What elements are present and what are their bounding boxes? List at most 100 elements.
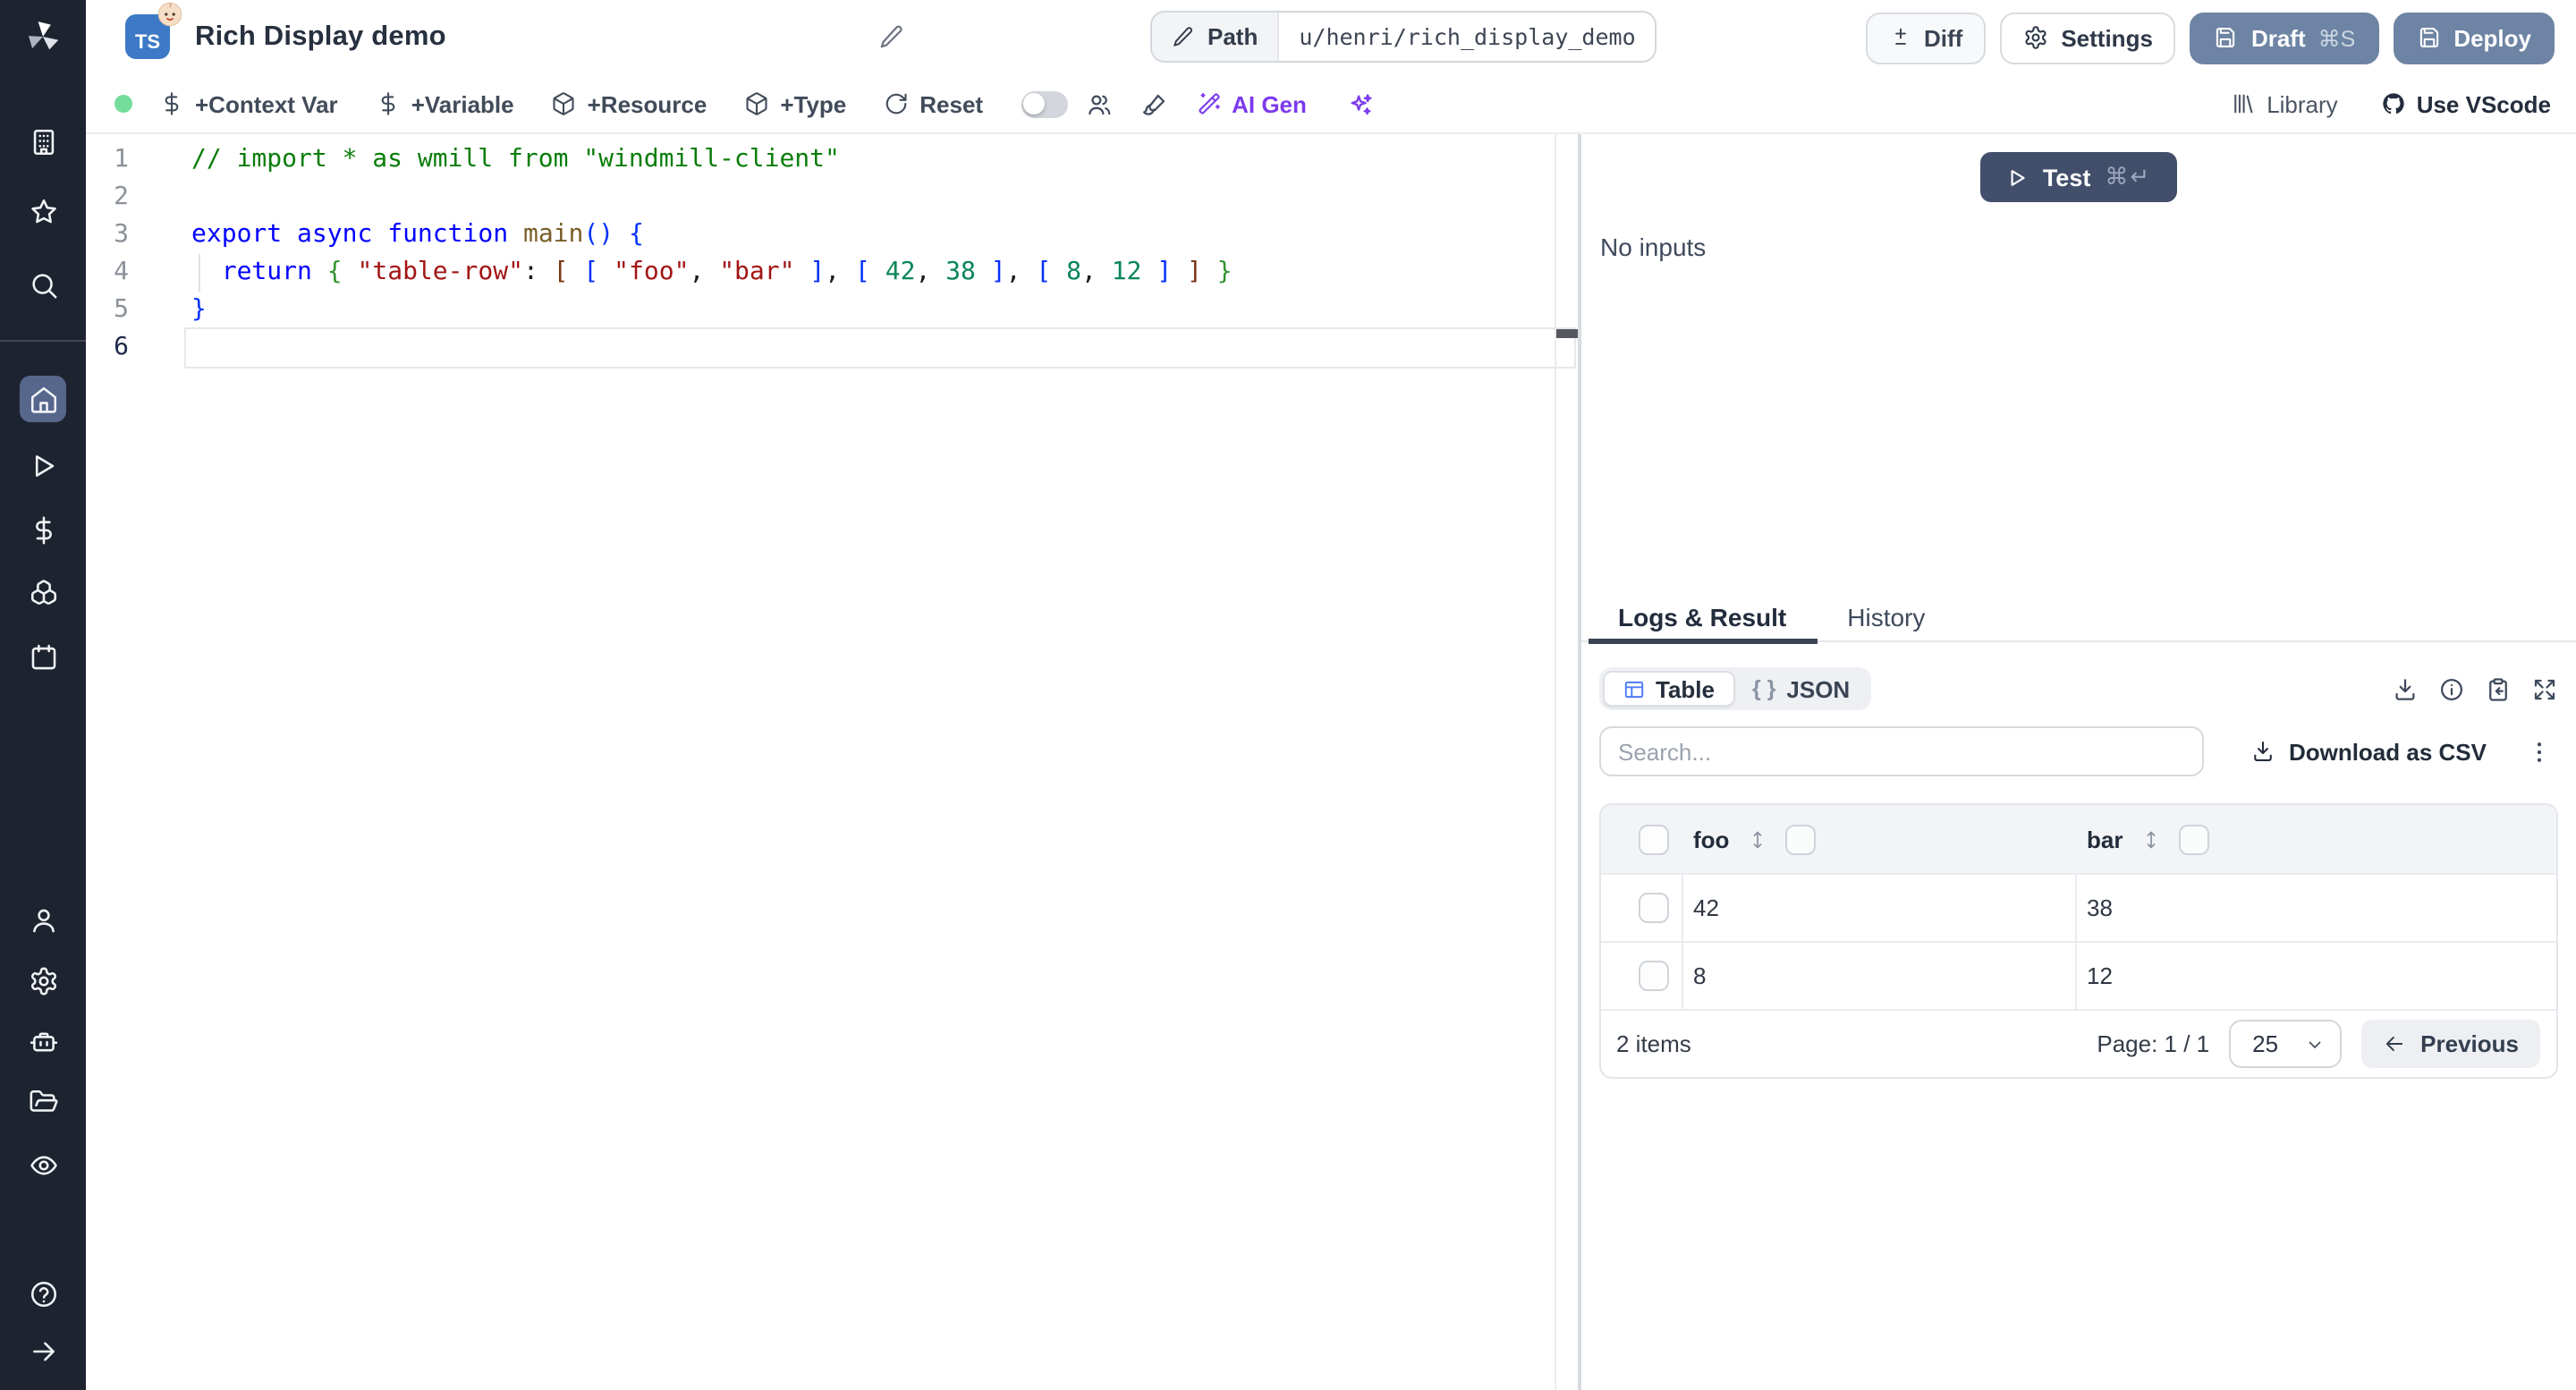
editor-toolbar: +Context Var +Variable +Resource +Type R… [86, 75, 2576, 134]
add-type-label: +Type [780, 90, 847, 117]
page-size-select[interactable]: 25 [2229, 1020, 2343, 1068]
code-line-3[interactable]: export async function main() { [191, 216, 644, 254]
save-icon [2216, 28, 2236, 47]
download-as-csv-label: Download as CSV [2288, 738, 2487, 765]
add-context-var-button[interactable]: +Context Var [159, 90, 338, 117]
add-variable-button[interactable]: +Variable [376, 90, 514, 117]
code-line-4[interactable]: return { "table-row": [ [ "foo", "bar" ]… [191, 254, 1233, 292]
code-line-1[interactable]: // import * as wmill from "windmill-clie… [191, 141, 840, 179]
download-result-icon[interactable] [2392, 675, 2419, 702]
row-checkbox[interactable] [1638, 893, 1668, 923]
line-number: 2 [114, 182, 129, 211]
edit-summary-pencil-icon[interactable] [878, 23, 905, 50]
header-checkbox-cell [1600, 805, 1682, 873]
typescript-badge-label: TS [134, 32, 161, 54]
column-select-box[interactable] [2178, 824, 2209, 854]
chevron-down-icon [2309, 1040, 2321, 1047]
table-icon [1623, 680, 1643, 698]
sidebar-eye-icon[interactable] [20, 1141, 66, 1188]
overview-ruler[interactable] [1555, 134, 1578, 1390]
column-select-box[interactable] [1784, 824, 1816, 854]
column-label: foo [1693, 826, 1730, 852]
sort-icon[interactable] [2139, 827, 2162, 851]
format-brush-icon[interactable] [1140, 90, 1167, 117]
indent-guide [199, 254, 200, 292]
dollar-icon [381, 92, 395, 115]
select-all-checkbox[interactable] [1638, 824, 1668, 854]
library-button[interactable]: Library [2231, 90, 2338, 117]
result-table: foo bar 42 38 8 12 2 items Page: 1 / 1 25 [1598, 803, 2558, 1079]
gear-icon [2025, 26, 2046, 49]
diff-button[interactable]: Diff [1865, 12, 1987, 64]
download-as-csv-button[interactable]: Download as CSV [2251, 738, 2487, 765]
play-icon [2011, 169, 2025, 185]
deploy-label: Deploy [2453, 24, 2531, 51]
path-edit-button[interactable]: Path [1152, 13, 1280, 61]
table-header-row: foo bar [1600, 805, 2556, 873]
copy-to-clipboard-icon[interactable] [2485, 675, 2512, 702]
sidebar-play-icon[interactable] [20, 442, 66, 488]
column-header-foo: foo [1682, 805, 2076, 873]
cell-bar: 12 [2087, 962, 2113, 989]
use-vscode-button[interactable]: Use VScode [2381, 90, 2551, 117]
sidebar-building-icon[interactable] [20, 118, 66, 165]
table-search-input[interactable] [1598, 726, 2203, 776]
row-checkbox[interactable] [1638, 961, 1668, 991]
diff-label: Diff [1924, 24, 1963, 51]
add-type-button[interactable]: +Type [744, 90, 846, 117]
line-number: 6 [114, 333, 129, 361]
settings-button[interactable]: Settings [2000, 12, 2176, 64]
ai-gen-button[interactable]: AI Gen [1196, 90, 1307, 117]
view-mode-table[interactable]: Table [1602, 671, 1734, 707]
windmill-logo-icon[interactable] [22, 16, 64, 57]
no-inputs-text: No inputs [1600, 233, 1707, 261]
path-value[interactable]: u/henri/rich_display_demo [1279, 13, 1655, 61]
settings-label: Settings [2061, 24, 2153, 51]
info-icon[interactable] [2438, 675, 2465, 702]
test-button[interactable]: Test ⌘↵ [1979, 152, 2177, 202]
add-resource-button[interactable]: +Resource [552, 90, 707, 117]
sidebar-settings-icon[interactable] [20, 957, 66, 1004]
sort-icon[interactable] [1745, 827, 1768, 851]
previous-page-button[interactable]: Previous [2361, 1020, 2540, 1068]
use-vscode-label: Use VScode [2416, 90, 2551, 117]
items-count: 2 items [1616, 1030, 1691, 1057]
code-editor[interactable]: 1 2 3 4 5 6 // import * as wmill from "windmi… [86, 134, 1578, 1390]
sidebar-user-icon[interactable] [20, 896, 66, 943]
sparkles-icon[interactable] [1348, 90, 1375, 117]
page-indicator: Page: 1 / 1 [2097, 1030, 2210, 1057]
sidebar-robot-icon[interactable] [20, 1018, 66, 1064]
code-line-5[interactable]: } [191, 292, 207, 329]
tab-logs-result[interactable]: Logs & Result [1588, 601, 1818, 643]
sidebar-search-icon[interactable] [20, 261, 66, 308]
tab-history[interactable]: History [1817, 601, 1955, 640]
main-content: 123456 // import * as wmill from "windmi… [86, 134, 2576, 1390]
expand-icon[interactable] [2531, 675, 2558, 702]
sidebar-star-icon[interactable] [20, 188, 66, 234]
line-number: 4 [114, 258, 129, 286]
deploy-button[interactable]: Deploy [2393, 12, 2555, 64]
sidebar-home-icon[interactable] [20, 376, 66, 422]
table-row[interactable]: 42 38 [1600, 873, 2556, 941]
previous-label: Previous [2420, 1030, 2519, 1057]
view-mode-json[interactable]: { } JSON [1734, 671, 1868, 707]
cell-bar: 38 [2087, 894, 2113, 921]
left-sidebar [0, 0, 86, 1390]
view-mode-table-label: Table [1656, 675, 1715, 702]
sidebar-dollar-icon[interactable] [20, 506, 66, 553]
sidebar-calendar-icon[interactable] [20, 633, 66, 680]
collaborators-icon[interactable] [1085, 90, 1112, 117]
table-options-kebab-icon[interactable] [2526, 738, 2553, 765]
sidebar-arrow-right-icon[interactable] [20, 1327, 66, 1374]
sidebar-boxes-icon[interactable] [20, 569, 66, 615]
sidebar-folder-icon[interactable] [20, 1079, 66, 1125]
library-icon [2234, 94, 2253, 114]
diff-mode-toggle[interactable] [1021, 90, 1068, 117]
draft-button[interactable]: Draft ⌘S [2190, 12, 2379, 64]
magic-wand-icon [1198, 92, 1219, 114]
table-row[interactable]: 8 12 [1600, 941, 2556, 1009]
reset-button[interactable]: Reset [884, 90, 983, 117]
path-control[interactable]: Path u/henri/rich_display_demo [1150, 11, 1657, 63]
sidebar-help-icon[interactable] [20, 1270, 66, 1317]
ai-gen-label: AI Gen [1232, 90, 1307, 117]
